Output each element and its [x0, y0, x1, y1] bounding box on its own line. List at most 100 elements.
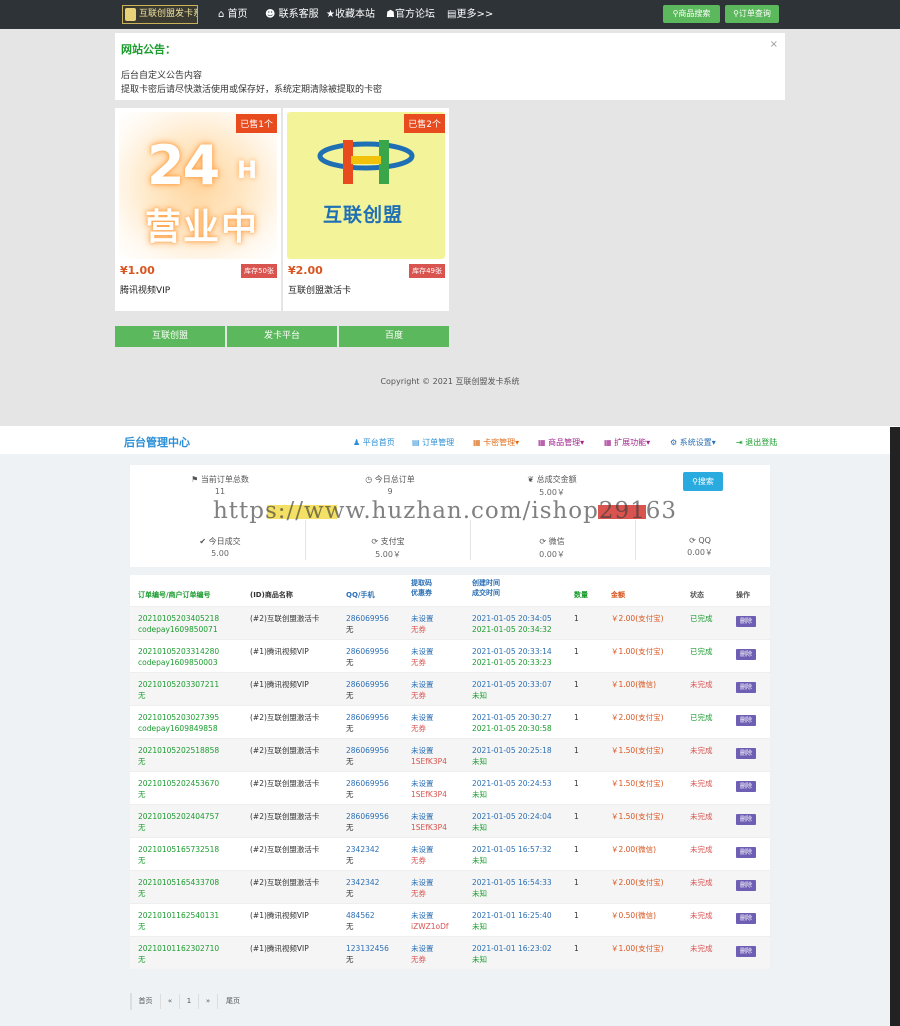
- amount: ￥2.00(支付宝): [611, 878, 664, 887]
- paid-time: 未知: [472, 691, 487, 700]
- divider: [470, 520, 471, 560]
- star-icon: ★: [326, 9, 335, 20]
- admin-panel: 后台管理中心 ♟ 平台首页 ▤ 订单管理 ▦ 卡密管理▾ ▦ 商品管理▾ ▦ 扩…: [0, 427, 890, 1026]
- clock-icon: ◷: [365, 475, 373, 484]
- table-row[interactable]: 20210101162302710 无 (#1)腾讯视频VIP 123132456 无 未…: [130, 936, 770, 969]
- order-query-button[interactable]: ⚲订单查询: [725, 5, 779, 23]
- product-search-button[interactable]: ⚲商品搜索: [663, 5, 720, 23]
- table-row[interactable]: 20210105203027395 codepay1609849858 (#2)互联…: [130, 705, 770, 738]
- amount: ￥1.50(支付宝): [611, 746, 664, 755]
- contact: 2342342: [346, 845, 380, 854]
- admin-title[interactable]: 后台管理中心: [124, 434, 190, 450]
- friend-link[interactable]: 互联创盟: [115, 326, 225, 347]
- delete-button[interactable]: 删除: [736, 847, 756, 858]
- contact-alt: 无: [346, 889, 354, 898]
- search-button[interactable]: ⚲搜索: [683, 472, 723, 491]
- pickup-code: 未设置: [411, 779, 434, 788]
- group-icon: ☗: [386, 9, 395, 20]
- contact: 286069956: [346, 647, 389, 656]
- image-text: 营业中: [145, 207, 260, 248]
- table-row[interactable]: 20210105202453670 无 (#2)互联创盟激活卡 286069956 无 未…: [130, 771, 770, 804]
- page-prev[interactable]: «: [161, 994, 180, 1009]
- paid-time: 2021-01-05 20:34:32: [472, 625, 552, 634]
- order-id: 20210101162302710: [138, 944, 220, 953]
- storefront: 互联创盟发卡系统 ⌂ 首页 ☻ 联系客服 ★收藏本站 ☗官方论坛 ▤更多>> ⚲…: [0, 0, 900, 426]
- site-logo[interactable]: 互联创盟发卡系统: [122, 5, 198, 24]
- delete-button[interactable]: 删除: [736, 748, 756, 759]
- contact: 286069956: [346, 779, 389, 788]
- nav-more[interactable]: ▤更多>>: [447, 8, 493, 21]
- pickup-code: 未设置: [411, 812, 434, 821]
- user-icon: ♟: [353, 438, 361, 447]
- delete-button[interactable]: 删除: [736, 715, 756, 726]
- nav-support[interactable]: ☻ 联系客服: [265, 8, 319, 21]
- nav-card-keys[interactable]: ▦ 卡密管理▾: [473, 437, 519, 448]
- paid-time: 未知: [472, 856, 487, 865]
- delete-button[interactable]: 删除: [736, 781, 756, 792]
- table-row[interactable]: 20210105165433708 无 (#2)互联创盟激活卡 2342342 无 未设置…: [130, 870, 770, 903]
- nav-products[interactable]: ▦ 商品管理▾: [538, 437, 584, 448]
- amount: ￥1.50(支付宝): [611, 779, 664, 788]
- order-id: 20210105203027395: [138, 713, 220, 722]
- coupon: 无券: [411, 658, 426, 667]
- product-image[interactable]: 互联创盟: [287, 112, 445, 259]
- delete-button[interactable]: 删除: [736, 649, 756, 660]
- table-row[interactable]: 20210105203405218 codepay1609850071 (#2)互联…: [130, 606, 770, 639]
- contact: 2342342: [346, 878, 380, 887]
- created-time: 2021-01-05 20:33:14: [472, 647, 552, 656]
- paid-time: 未知: [472, 790, 487, 799]
- page-first[interactable]: 首页: [131, 994, 161, 1009]
- nav-home[interactable]: ⌂ 首页: [218, 8, 248, 21]
- page-1[interactable]: 1: [180, 994, 199, 1009]
- close-icon[interactable]: ×: [770, 39, 778, 50]
- table-row[interactable]: 20210105202518858 无 (#2)互联创盟激活卡 286069956 无 未…: [130, 738, 770, 771]
- grid-icon: ▦: [473, 438, 481, 447]
- table-row[interactable]: 20210105203314280 codepay1609850003 (#1)腾讯…: [130, 639, 770, 672]
- gear-icon: ⚙: [670, 438, 678, 447]
- nav-settings[interactable]: ⚙ 系统设置▾: [670, 437, 716, 448]
- product-name: (#1)腾讯视频VIP: [250, 680, 309, 689]
- friend-link[interactable]: 百度: [339, 326, 449, 347]
- merchant-order-id: 无: [138, 823, 146, 832]
- watermark: https://www.huzhan.com/ishop29163: [212, 498, 678, 524]
- friend-link[interactable]: 发卡平台: [227, 326, 337, 347]
- stock-badge: 库存49张: [409, 264, 445, 278]
- brand-logo-icon: [317, 140, 415, 184]
- product-name[interactable]: 互联创盟激活卡: [288, 283, 351, 296]
- delete-button[interactable]: 删除: [736, 946, 756, 957]
- page-last[interactable]: 尾页: [218, 994, 248, 1009]
- nav-logout[interactable]: ⇥ 退出登陆: [736, 437, 777, 448]
- delete-button[interactable]: 删除: [736, 616, 756, 627]
- table-row[interactable]: 20210105203307211 无 (#1)腾讯视频VIP 286069956 无 未…: [130, 672, 770, 705]
- product-image[interactable]: 24 H 营业中: [119, 112, 277, 259]
- product-name: (#1)腾讯视频VIP: [250, 911, 309, 920]
- coupon: 无券: [411, 955, 426, 964]
- table-row[interactable]: 20210101162540131 无 (#1)腾讯视频VIP 484562 无 未设置 i…: [130, 903, 770, 936]
- coupon: 无券: [411, 625, 426, 634]
- column-header: QQ/手机: [346, 591, 375, 599]
- nav-orders[interactable]: ▤ 订单管理: [412, 437, 454, 448]
- nav-favorite[interactable]: ★收藏本站: [326, 8, 375, 21]
- table-row[interactable]: 20210105202404757 无 (#2)互联创盟激活卡 286069956 无 未…: [130, 804, 770, 837]
- nav-forum[interactable]: ☗官方论坛: [386, 8, 435, 21]
- delete-button[interactable]: 删除: [736, 913, 756, 924]
- delete-button[interactable]: 删除: [736, 880, 756, 891]
- nav-extensions[interactable]: ▦ 扩展功能▾: [604, 437, 650, 448]
- sold-badge: 已售1个: [236, 114, 277, 133]
- quantity: 1: [574, 845, 579, 854]
- nav-platform-home[interactable]: ♟ 平台首页: [353, 437, 395, 448]
- delete-button[interactable]: 删除: [736, 814, 756, 825]
- page-next[interactable]: »: [199, 994, 218, 1009]
- status: 未完成: [690, 779, 713, 788]
- created-time: 2021-01-05 20:24:04: [472, 812, 552, 821]
- order-id: 20210101162540131: [138, 911, 220, 920]
- amount: ￥1.50(支付宝): [611, 812, 664, 821]
- delete-button[interactable]: 删除: [736, 682, 756, 693]
- column-header: 数量: [574, 591, 588, 599]
- product-card-activation[interactable]: 互联创盟 已售2个 ¥2.00 库存49张 互联创盟激活卡: [283, 108, 449, 311]
- notice-title: 网站公告：: [121, 43, 176, 56]
- table-row[interactable]: 20210105165732518 无 (#2)互联创盟激活卡 2342342 无 未设置…: [130, 837, 770, 870]
- contact-alt: 无: [346, 790, 354, 799]
- product-card-tencent-vip[interactable]: 24 H 营业中 已售1个 ¥1.00 库存50张 腾讯视频VIP: [115, 108, 281, 311]
- product-name[interactable]: 腾讯视频VIP: [120, 283, 170, 296]
